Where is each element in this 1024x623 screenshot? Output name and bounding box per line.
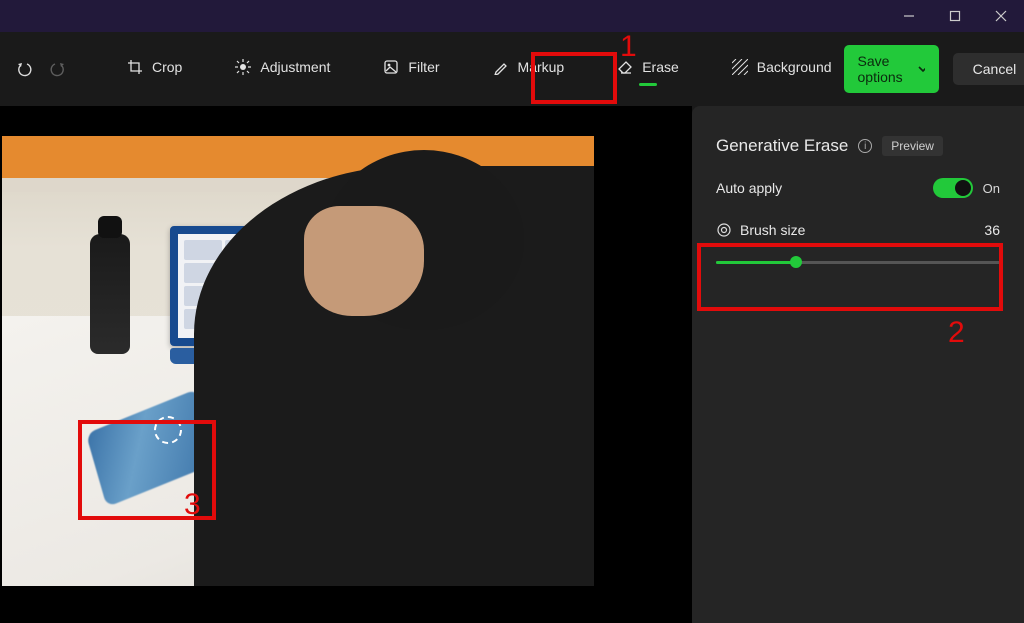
tool-label: Crop [152,59,182,75]
tool-label: Erase [642,59,679,75]
undo-button[interactable] [8,53,40,85]
panel-title: Generative Erase [716,136,848,156]
redo-icon [49,60,67,78]
editor-toolbar: Crop Adjustment Filter Markup Erase [0,32,1024,106]
redo-button[interactable] [42,53,74,85]
cancel-button[interactable]: Cancel [953,53,1024,85]
filter-icon [382,58,400,76]
tool-background[interactable]: Background [719,48,844,90]
tool-erase[interactable]: Erase [604,48,691,90]
photo-person [194,166,594,586]
slider-fill [716,261,796,264]
window-titlebar [0,0,1024,32]
tool-crop[interactable]: Crop [114,48,194,90]
preview-badge: Preview [882,136,943,156]
brush-size-slider[interactable] [716,252,1000,272]
tool-label: Markup [518,59,565,75]
maximize-icon [949,10,961,22]
markup-icon [492,58,510,76]
history-controls [8,53,74,85]
erase-side-panel: Generative Erase i Preview Auto apply On… [692,106,1024,623]
background-icon [731,58,749,76]
auto-apply-state: On [983,181,1000,196]
undo-icon [15,60,33,78]
crop-icon [126,58,144,76]
tool-label: Background [757,59,832,75]
maximize-button[interactable] [932,0,978,32]
erase-icon [616,58,634,76]
brush-size-value: 36 [984,222,1000,238]
minimize-button[interactable] [886,0,932,32]
tool-markup[interactable]: Markup [480,48,577,90]
brush-cursor [154,416,182,444]
close-icon [995,10,1007,22]
minimize-icon [903,10,915,22]
brush-size-icon [716,222,732,238]
auto-apply-toggle[interactable] [933,178,973,198]
save-options-button[interactable]: Save options [844,45,939,93]
tool-adjustment[interactable]: Adjustment [222,48,342,90]
image-canvas[interactable] [0,106,692,623]
chevron-down-icon [917,63,924,75]
auto-apply-label: Auto apply [716,180,782,196]
edited-photo[interactable] [2,136,594,586]
close-button[interactable] [978,0,1024,32]
brush-size-label: Brush size [740,222,805,238]
adjustment-icon [234,58,252,76]
tool-tabs: Crop Adjustment Filter Markup Erase [114,48,844,90]
tool-label: Adjustment [260,59,330,75]
tool-filter[interactable]: Filter [370,48,451,90]
info-icon[interactable]: i [858,139,872,153]
photo-bottle [90,234,130,354]
slider-thumb[interactable] [790,256,802,268]
tool-label: Filter [408,59,439,75]
cancel-label: Cancel [973,61,1017,77]
save-label: Save options [858,53,908,85]
